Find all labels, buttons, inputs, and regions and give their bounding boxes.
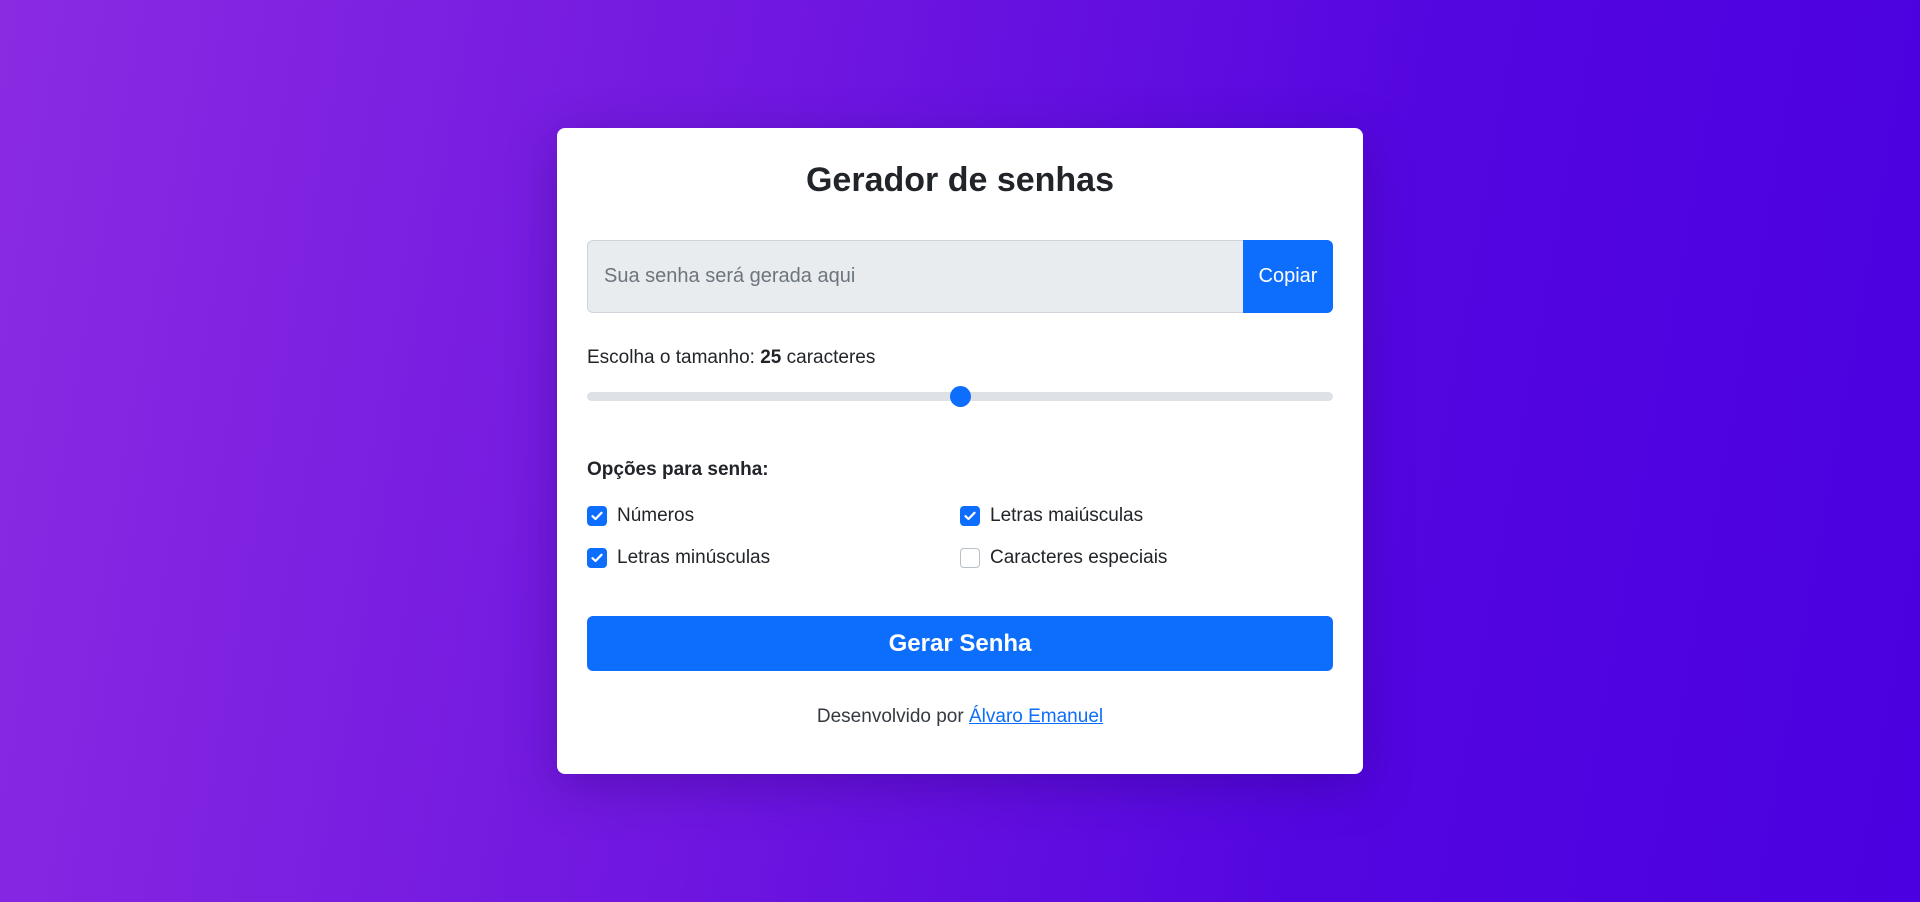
option-label: Caracteres especiais — [990, 547, 1168, 568]
lowercase-checkbox[interactable] — [587, 548, 607, 568]
password-output-field[interactable] — [587, 240, 1243, 313]
special-chars-checkbox[interactable] — [960, 548, 980, 568]
page-title: Gerador de senhas — [805, 161, 1114, 199]
numbers-checkbox[interactable] — [587, 506, 607, 526]
generate-password-button[interactable]: Gerar Senha — [587, 616, 1333, 671]
option-label: Números — [617, 505, 695, 526]
option-special-chars[interactable]: Caracteres especiais — [960, 546, 1333, 570]
uppercase-checkbox[interactable] — [960, 506, 980, 526]
check-icon — [964, 511, 976, 521]
options-grid: Números Letras maiúsculas Letras minúscu… — [587, 504, 1333, 570]
author-link[interactable]: Álvaro Emanuel — [969, 706, 1103, 727]
footer-prefix: Desenvolvido por — [816, 706, 969, 727]
length-label-suffix: caracteres — [781, 347, 876, 368]
options-title: Opções para senha: — [587, 459, 769, 480]
length-label: Escolha o tamanho: 25 caracteres — [587, 346, 1333, 370]
password-generator-card: Gerador de senhas Copiar Escolha o taman… — [557, 128, 1363, 774]
slider-thumb[interactable] — [950, 386, 971, 407]
length-label-prefix: Escolha o tamanho: — [587, 347, 761, 368]
copy-button[interactable]: Copiar — [1243, 240, 1333, 313]
option-label: Letras minúsculas — [617, 547, 771, 568]
check-icon — [591, 553, 603, 563]
check-icon — [591, 511, 603, 521]
footer-credit: Desenvolvido por Álvaro Emanuel — [587, 705, 1333, 729]
option-label: Letras maiúsculas — [990, 505, 1144, 526]
password-input-group: Copiar — [587, 240, 1333, 313]
option-numbers[interactable]: Números — [587, 504, 960, 528]
option-uppercase[interactable]: Letras maiúsculas — [960, 504, 1333, 528]
length-slider[interactable] — [587, 384, 1333, 408]
option-lowercase[interactable]: Letras minúsculas — [587, 546, 960, 570]
length-value: 25 — [760, 347, 782, 368]
